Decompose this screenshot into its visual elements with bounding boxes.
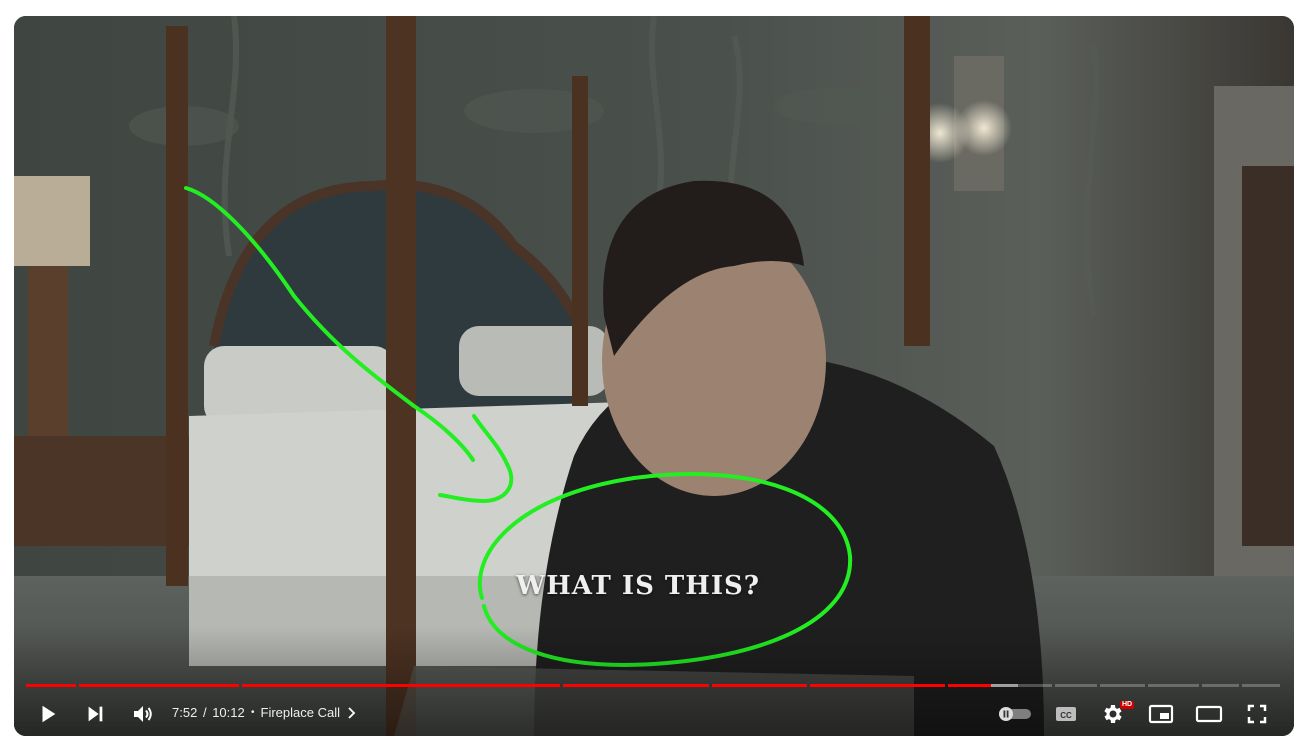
chapter-title: Fireplace Call: [260, 705, 340, 720]
progress-chapter-segment[interactable]: [1054, 684, 1098, 687]
progress-played: [809, 684, 946, 687]
miniplayer-button[interactable]: [1143, 696, 1179, 732]
chevron-right-icon: [348, 706, 356, 719]
progress-chapter-segment[interactable]: [1242, 684, 1281, 687]
progress-played: [948, 684, 991, 687]
progress-chapter-segment[interactable]: [809, 684, 946, 687]
fullscreen-icon: [1247, 704, 1267, 724]
theater-mode-icon: [1195, 705, 1223, 723]
play-icon: [42, 705, 56, 723]
progress-chapter-segment[interactable]: [1201, 684, 1240, 687]
captions-button[interactable]: CC: [1048, 696, 1084, 732]
duration: 10:12: [212, 705, 245, 720]
progress-chapter-segment[interactable]: [712, 684, 807, 687]
hd-badge: HD: [1120, 701, 1135, 709]
progress-chapter-segment[interactable]: [1147, 684, 1199, 687]
fullscreen-button[interactable]: [1239, 696, 1275, 732]
chapter-title-button[interactable]: • Fireplace Call: [251, 705, 356, 720]
next-button[interactable]: [77, 696, 113, 732]
current-time: 7:52: [172, 705, 198, 720]
next-icon: [88, 706, 103, 722]
mute-button[interactable]: [125, 696, 161, 732]
chapter-dot: •: [251, 707, 255, 718]
progress-chapter-segment[interactable]: [562, 684, 709, 687]
svg-text:CC: CC: [1060, 711, 1072, 720]
progress-played: [562, 684, 709, 687]
progress-played: [26, 684, 76, 687]
progress-bar[interactable]: [26, 683, 1282, 688]
captions-icon: CC: [1056, 707, 1076, 721]
progress-played: [712, 684, 807, 687]
progress-chapter-segment[interactable]: [242, 684, 560, 687]
time-separator: /: [202, 705, 207, 720]
volume-icon: [134, 706, 152, 722]
play-button[interactable]: [30, 696, 66, 732]
progress-chapter-segment[interactable]: [948, 684, 1052, 687]
progress-played: [78, 684, 240, 687]
video-frame[interactable]: [14, 16, 1294, 736]
progress-played: [242, 684, 560, 687]
miniplayer-icon: [1148, 704, 1174, 724]
player-controls: 7:52 / 10:12 • Fireplace Call CC HD: [14, 692, 1294, 736]
progress-chapter-segment[interactable]: [78, 684, 240, 687]
video-player[interactable]: WHAT IS THIS? 7:52 / 10:12 • Fireplace C…: [14, 16, 1294, 736]
theater-mode-button[interactable]: [1191, 696, 1227, 732]
progress-chapter-segment[interactable]: [1100, 684, 1145, 687]
time-display: 7:52 / 10:12: [172, 705, 245, 720]
autoplay-toggle-icon: [999, 707, 1031, 721]
autoplay-toggle[interactable]: [995, 696, 1035, 732]
progress-chapter-segment[interactable]: [26, 684, 76, 687]
